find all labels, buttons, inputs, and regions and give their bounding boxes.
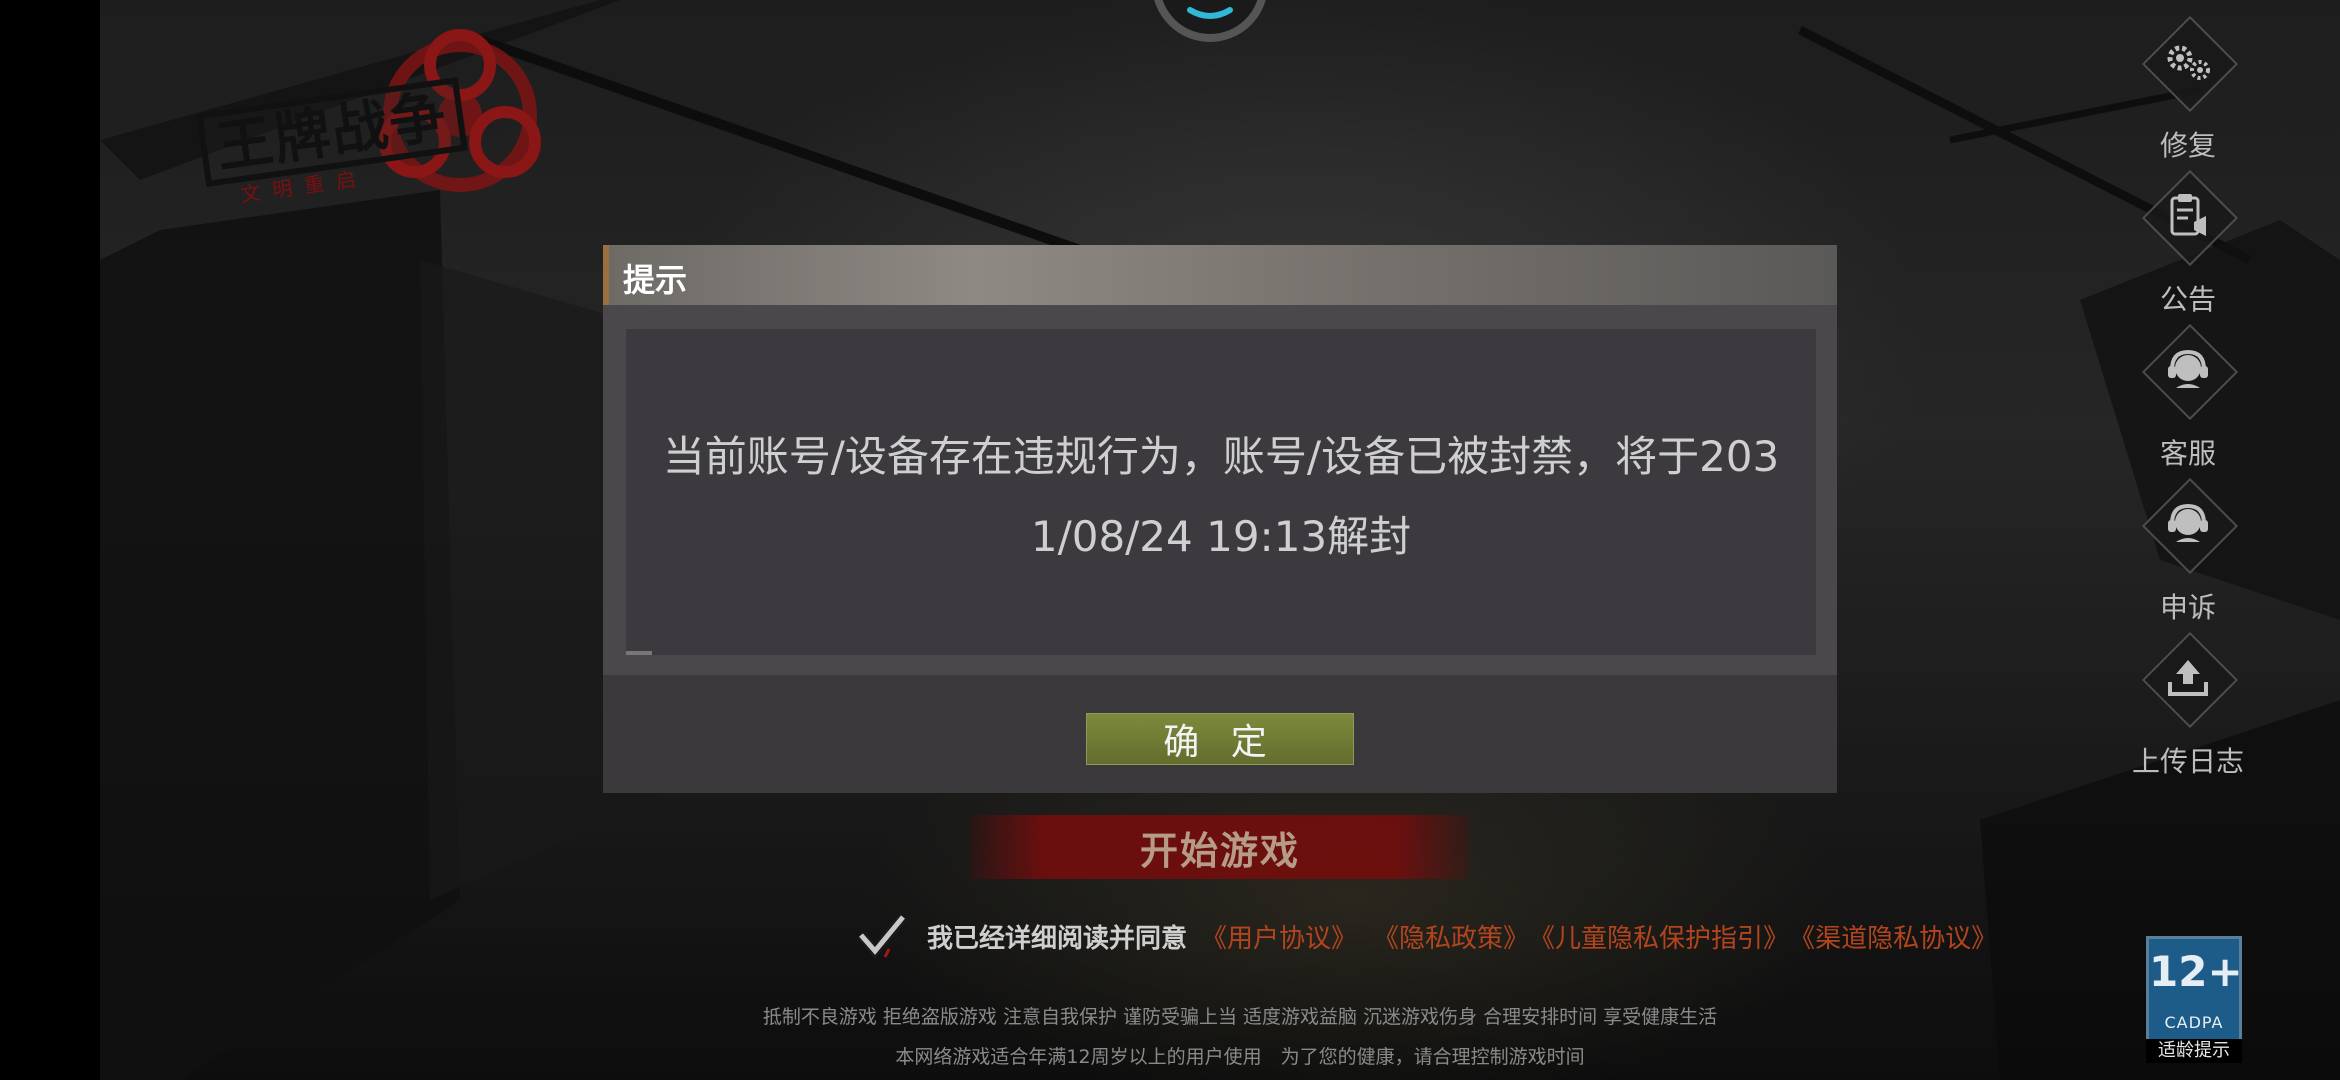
game-logo: 王牌战争 文明重启 (190, 20, 550, 210)
upload-log-label: 上传日志 (2131, 745, 2244, 778)
user-agreement-link[interactable]: 《用户协议》 (1201, 918, 1357, 955)
age-rating-badge[interactable]: 12+ CADPA 适龄提示 (2146, 936, 2243, 1063)
dialog-message: 当前账号/设备存在违规行为，账号/设备已被封禁，将于203 1/08/24 19… (626, 417, 1816, 577)
privacy-policy-link[interactable]: 《隐私政策》 (1373, 918, 1529, 955)
age-rating: 12+ (2149, 947, 2243, 996)
dialog-message-line1: 当前账号/设备存在违规行为，账号/设备已被封禁，将于203 (662, 432, 1780, 481)
gear-icon (2144, 18, 2232, 106)
agreement-row: 我已经详细阅读并同意 《用户协议》 《隐私政策》 《儿童隐私保护指引》 《渠道隐… (855, 908, 1997, 964)
agreement-text: 我已经详细阅读并同意 (927, 923, 1188, 954)
ban-notice-dialog: 提示 当前账号/设备存在违规行为，账号/设备已被封禁，将于203 1/08/24… (603, 245, 1837, 793)
dialog-header: 提示 (603, 245, 1837, 305)
health-notice: 抵制不良游戏 拒绝盗版游戏 注意自我保护 谨防受骗上当 适度游戏益脑 沉迷游戏伤… (762, 1006, 1718, 1028)
appeal-icon (2144, 480, 2232, 568)
repair-label: 修复 (2159, 129, 2216, 162)
child-privacy-link[interactable]: 《儿童隐私保护指引》 (1529, 918, 1789, 955)
announcement-label: 公告 (2159, 283, 2216, 316)
message-box: 当前账号/设备存在违规行为，账号/设备已被封禁，将于203 1/08/24 19… (626, 329, 1816, 655)
age-notice: 本网络游戏适合年满12周岁以上的用户使用 为了您的健康，请合理控制游戏时间 (895, 1046, 1585, 1068)
notice-icon (2144, 172, 2232, 260)
dialog-title: 提示 (623, 261, 688, 299)
age-rating-org: CADPA (2164, 1013, 2224, 1032)
dialog-message-line2: 1/08/24 19:13解封 (1030, 512, 1412, 561)
appeal-label: 申诉 (2159, 591, 2216, 624)
age-rating-tip: 适龄提示 (2146, 1039, 2242, 1063)
customer-service-icon (2144, 326, 2232, 414)
dialog-body: 当前账号/设备存在违规行为，账号/设备已被封禁，将于203 1/08/24 19… (603, 305, 1837, 675)
upload-icon (2144, 634, 2232, 722)
confirm-button[interactable]: 确 定 (1086, 713, 1354, 765)
start-game-button[interactable]: 开始游戏 (970, 815, 1470, 879)
channel-privacy-link[interactable]: 《渠道隐私协议》 (1789, 918, 1997, 955)
customer-service-label: 客服 (2159, 437, 2216, 470)
loading-icon (1154, 0, 1266, 42)
agreement-checkbox-icon[interactable] (855, 909, 909, 963)
game-login-screen: 王牌战争 文明重启 修复 公告 客服 申诉 上传日志 开始游戏 我已经详细阅读并… (0, 0, 2340, 1080)
message-scrollbar[interactable] (626, 651, 652, 655)
